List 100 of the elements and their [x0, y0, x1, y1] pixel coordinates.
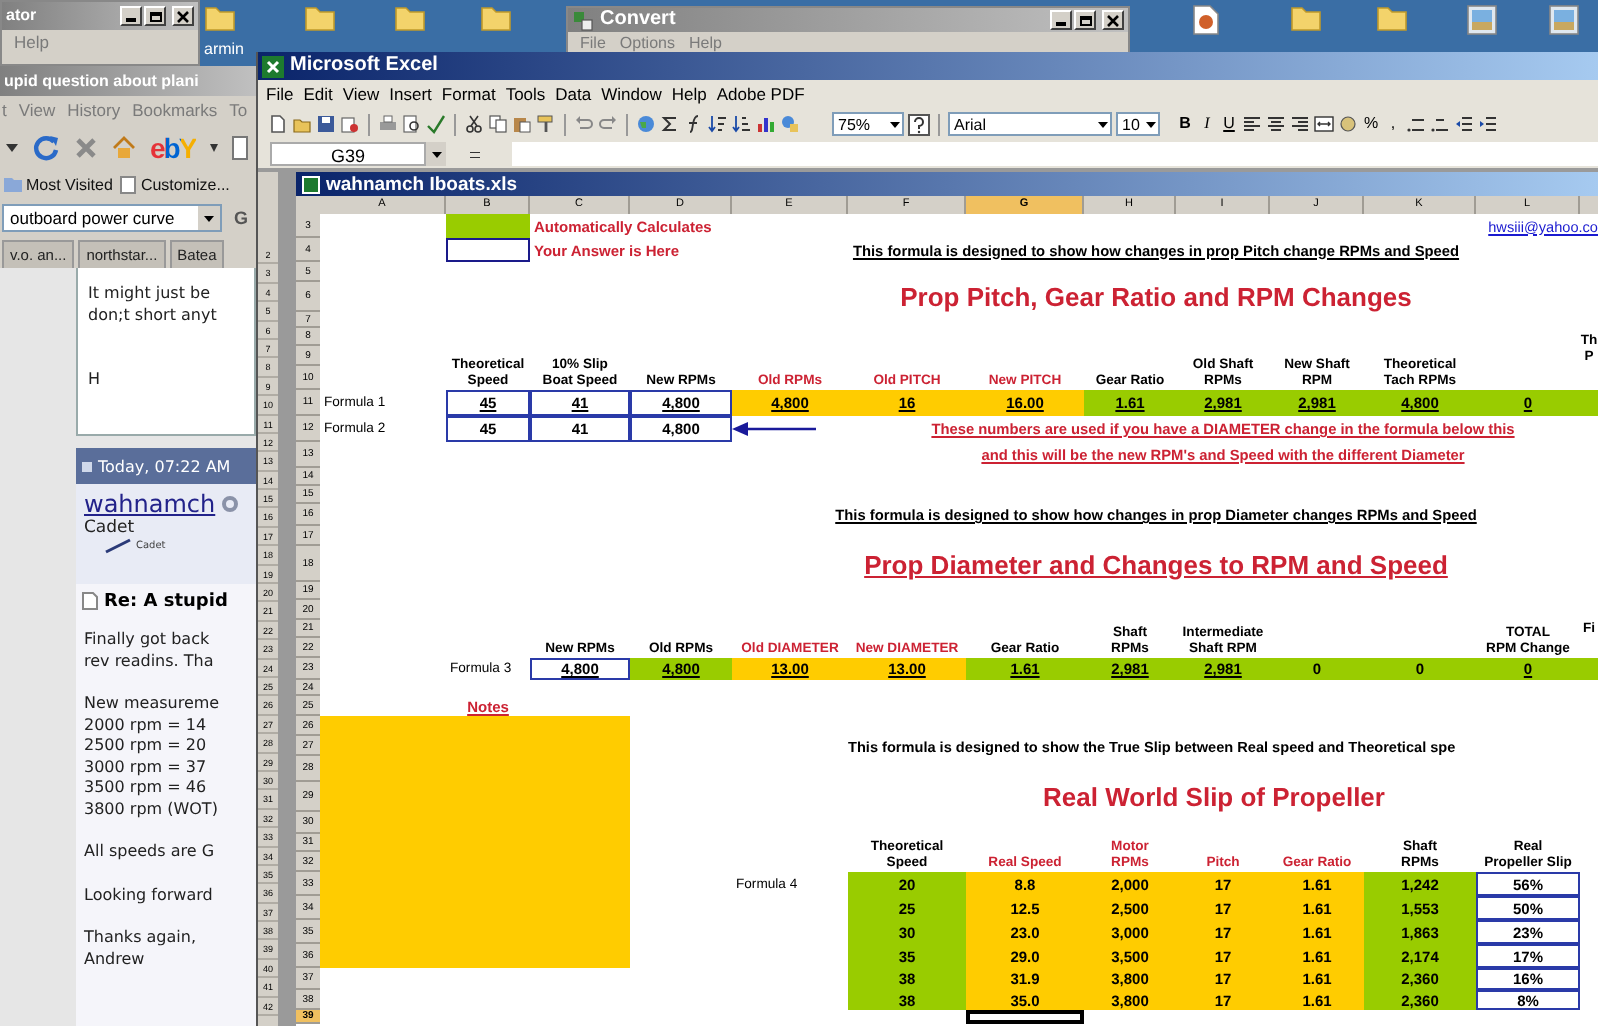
table-cell	[1580, 390, 1598, 416]
window-title: Convert	[600, 8, 676, 32]
post-title: Re: A stupid	[104, 591, 228, 611]
format-painter-icon[interactable]	[536, 114, 556, 134]
document-icon[interactable]	[1192, 4, 1220, 36]
selected-cell[interactable]	[966, 1010, 1084, 1024]
menu-item[interactable]: Insert	[389, 84, 432, 104]
menu-item[interactable]: Help	[671, 84, 707, 104]
indent-decrease-icon[interactable]	[1454, 114, 1474, 134]
post-date: Today, 07:22 AM	[98, 457, 231, 475]
spreadsheet-icon	[262, 55, 284, 77]
section-title: Prop Pitch, Gear Ratio and RPM Changes	[898, 282, 1414, 312]
folder-icon[interactable]	[304, 4, 336, 32]
number-format-button[interactable]: %	[1362, 112, 1380, 136]
menu-item[interactable]: Adobe PDF	[716, 84, 805, 104]
name-box[interactable]: G39	[270, 142, 426, 166]
post-text: H	[88, 370, 103, 391]
desktop-icon-label[interactable]: armin	[204, 40, 245, 58]
menu-item[interactable]: Format	[441, 84, 496, 104]
chart-icon[interactable]	[756, 114, 776, 134]
permission-icon[interactable]	[340, 114, 360, 134]
folder-icon[interactable]	[204, 4, 236, 32]
caret-icon[interactable]	[890, 121, 900, 127]
legend-swatch	[446, 238, 530, 262]
folder-icon[interactable]	[1376, 4, 1408, 32]
number-format-button[interactable]: ,	[1384, 112, 1402, 136]
function-icon[interactable]	[684, 114, 704, 134]
format-button[interactable]: I	[1198, 112, 1216, 136]
caret-icon[interactable]	[431, 151, 441, 157]
menu-item[interactable]: Data	[555, 84, 592, 104]
menu-item[interactable]: Edit	[303, 84, 333, 104]
undo-icon[interactable]	[574, 114, 594, 134]
drawing-icon[interactable]	[780, 114, 800, 134]
workbook-title: wahnamch Iboats.xls	[326, 173, 518, 195]
window-title: ator	[6, 4, 37, 28]
format-button[interactable]: B	[1176, 112, 1194, 136]
bookmark-link[interactable]: Most Visited	[26, 176, 113, 194]
dropdown-icon[interactable]	[6, 143, 18, 151]
decimal-increase-icon[interactable]	[1406, 114, 1426, 134]
coins-icon[interactable]	[1338, 114, 1358, 134]
formula-field[interactable]	[512, 142, 1598, 166]
caret-icon[interactable]	[1146, 121, 1156, 127]
arrow-icon	[732, 422, 816, 436]
help-icon[interactable]	[908, 113, 930, 135]
zoom-dropdown[interactable]: 75%	[832, 112, 904, 136]
font-dropdown[interactable]: Arial	[948, 112, 1112, 136]
search-field[interactable]: outboard power curve	[2, 204, 222, 232]
bookmark-link[interactable]: Customize...	[140, 176, 230, 194]
menu-item[interactable]: File	[266, 84, 294, 104]
menu-item[interactable]: View	[342, 84, 380, 104]
document-icon	[82, 592, 98, 610]
format-button[interactable]: U	[1220, 112, 1238, 136]
decimal-decrease-icon[interactable]	[1430, 114, 1450, 134]
align-right-icon[interactable]	[1290, 114, 1310, 134]
reload-icon[interactable]	[32, 133, 60, 161]
search-engine-button[interactable]: G	[234, 208, 249, 228]
table-cell	[1580, 658, 1598, 680]
username-link[interactable]: wahnamch	[84, 490, 216, 518]
new-file-icon[interactable]	[268, 114, 288, 134]
post-text: Thanks again, Andrew	[84, 928, 198, 970]
dropdown-icon[interactable]	[209, 143, 218, 151]
paste-icon[interactable]	[512, 114, 532, 134]
indent-increase-icon[interactable]	[1478, 114, 1498, 134]
caret-icon[interactable]	[1098, 121, 1108, 127]
menu-item[interactable]: Tools	[505, 84, 546, 104]
caret-icon[interactable]	[204, 215, 214, 221]
post-text: All speeds are G	[84, 842, 217, 863]
sort-ascending-icon[interactable]	[708, 114, 728, 134]
folder-icon	[4, 176, 22, 194]
dropdown-button[interactable]	[426, 142, 446, 166]
formula-icon[interactable]	[470, 151, 480, 157]
app-icon	[572, 9, 594, 31]
window-title: upid question about plani	[4, 69, 199, 93]
align-center-icon[interactable]	[1266, 114, 1286, 134]
cut-icon[interactable]	[464, 114, 484, 134]
picture-icon[interactable]	[1548, 4, 1580, 36]
post-text: Finally got back rev readins. Tha	[84, 630, 216, 672]
spelling-icon[interactable]	[426, 114, 446, 134]
menu-item[interactable]: Window	[601, 84, 662, 104]
save-icon[interactable]	[316, 114, 336, 134]
align-left-icon[interactable]	[1242, 114, 1262, 134]
post-icon	[82, 461, 92, 471]
section-title: Prop Diameter and Changes to RPM and Speed	[862, 547, 1450, 582]
window-title: Microsoft Excel	[290, 54, 438, 78]
copy-icon[interactable]	[488, 114, 508, 134]
merge-cells-icon[interactable]	[1314, 114, 1334, 134]
redo-icon[interactable]	[598, 114, 618, 134]
rank-stripe-icon	[104, 538, 132, 554]
sum-icon[interactable]	[660, 114, 680, 134]
sort-descending-icon[interactable]	[732, 114, 752, 134]
page-icon	[120, 176, 137, 194]
folder-icon[interactable]	[394, 4, 426, 32]
print-preview-icon[interactable]	[402, 114, 422, 134]
post-text: New measureme 2000 rpm = 14 2500 rpm = 20 3000 rpm = 37 3500 rpm = 46 3800 rpm (WOT)	[84, 694, 222, 820]
folder-icon[interactable]	[480, 4, 512, 32]
page-icon[interactable]	[231, 135, 248, 159]
font-size-dropdown[interactable]: 10	[1116, 112, 1160, 136]
picture-icon[interactable]	[1466, 4, 1498, 36]
user-rank: Cadet	[84, 518, 136, 538]
folder-icon[interactable]	[1290, 4, 1322, 32]
